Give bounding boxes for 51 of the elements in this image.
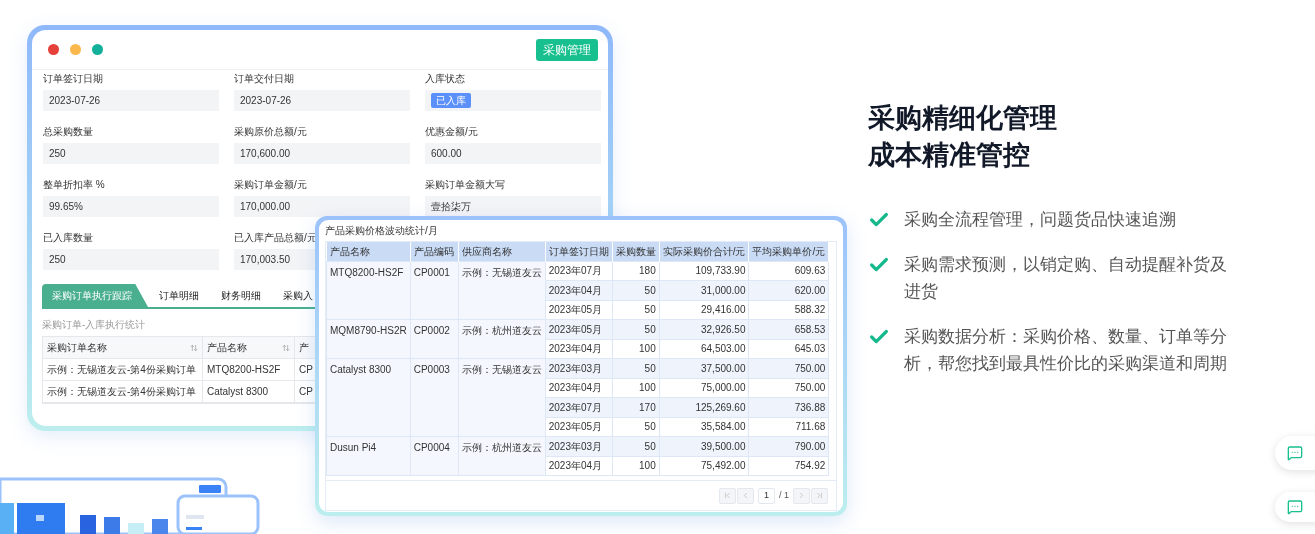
field-label: 已入库数量: [43, 231, 93, 245]
read-only-field: 170,600.00: [234, 143, 410, 164]
field-label: 采购订单金额/元: [234, 178, 307, 192]
table-cell: 示例：无锡道友云: [458, 261, 546, 320]
table-cell: MTQ8200-HS2F: [203, 359, 295, 380]
table-cell: CP0001: [410, 261, 459, 320]
table-cell: Catalyst 8300: [326, 358, 411, 437]
table-cell: 示例：杭州道友云: [458, 319, 546, 359]
table-cell: 示例：无锡道友云-第4份采购订单: [43, 381, 203, 402]
read-only-field: 170,000.00: [234, 196, 410, 217]
table-cell: CP0004: [410, 436, 459, 476]
field-label: 整单折扣率 %: [43, 178, 105, 192]
table-cell: 109,733.90: [659, 261, 749, 281]
headline: 采购精细化管理: [868, 102, 1058, 135]
field-label: 采购原价总额/元: [234, 125, 307, 139]
table-cell: 2023年07月: [545, 261, 613, 281]
table-cell: 示例：无锡道友云: [458, 358, 546, 437]
table-cell: CP0002: [410, 319, 459, 359]
read-only-field: 250: [43, 143, 219, 164]
table-cell: 示例：无锡道友云-第4份采购订单: [43, 359, 203, 380]
page-total: / 1: [779, 488, 789, 502]
field-label: 入库状态: [425, 72, 465, 86]
field-label: 订单签订日期: [43, 72, 103, 86]
feature-text: 采购数据分析：采购价格、数量、订单等分析，帮您找到最具性价比的采购渠道和周期: [904, 326, 1228, 375]
read-only-field: 壹拾柒万: [425, 196, 601, 217]
read-only-field: 2023-07-26: [234, 90, 410, 111]
status-tag: 已入库: [431, 93, 471, 108]
read-only-field: 600.00: [425, 143, 601, 164]
table-cell: CP0003: [410, 358, 459, 437]
field-label: 总采购数量: [43, 125, 93, 139]
field-label: 订单交付日期: [234, 72, 294, 86]
feature-text: 采购需求预测，以销定购、自动提醒补货及进货: [904, 254, 1228, 303]
module-badge: 采购管理: [536, 38, 598, 61]
read-only-field: 99.65%: [43, 196, 219, 217]
column-header: 产品名称: [203, 337, 295, 358]
field-label: 优惠金额/元: [425, 125, 478, 139]
table-title: 采购订单-入库执行统计: [42, 318, 147, 332]
table-cell: Dusun Pi4: [326, 436, 411, 476]
table-cell: 609.63: [749, 261, 829, 281]
table-cell: MQM8790-HS2R: [326, 319, 411, 359]
column-header: 采购订单名称: [43, 337, 203, 358]
headline: 成本精准管控: [868, 139, 1031, 172]
table-cell: 180: [612, 261, 660, 281]
table-cell: MTQ8200-HS2F: [326, 261, 411, 320]
table-cell: 示例：杭州道友云: [458, 436, 546, 476]
read-only-field: 250: [43, 249, 219, 270]
read-only-field: 2023-07-26: [43, 90, 219, 111]
field-label: 采购订单金额大写: [425, 178, 505, 192]
table-cell: Catalyst 8300: [203, 381, 295, 402]
feature-text: 采购全流程管理，问题货品快速追溯: [904, 209, 1177, 231]
table-title: 产品采购价格波动统计/月: [325, 224, 439, 238]
